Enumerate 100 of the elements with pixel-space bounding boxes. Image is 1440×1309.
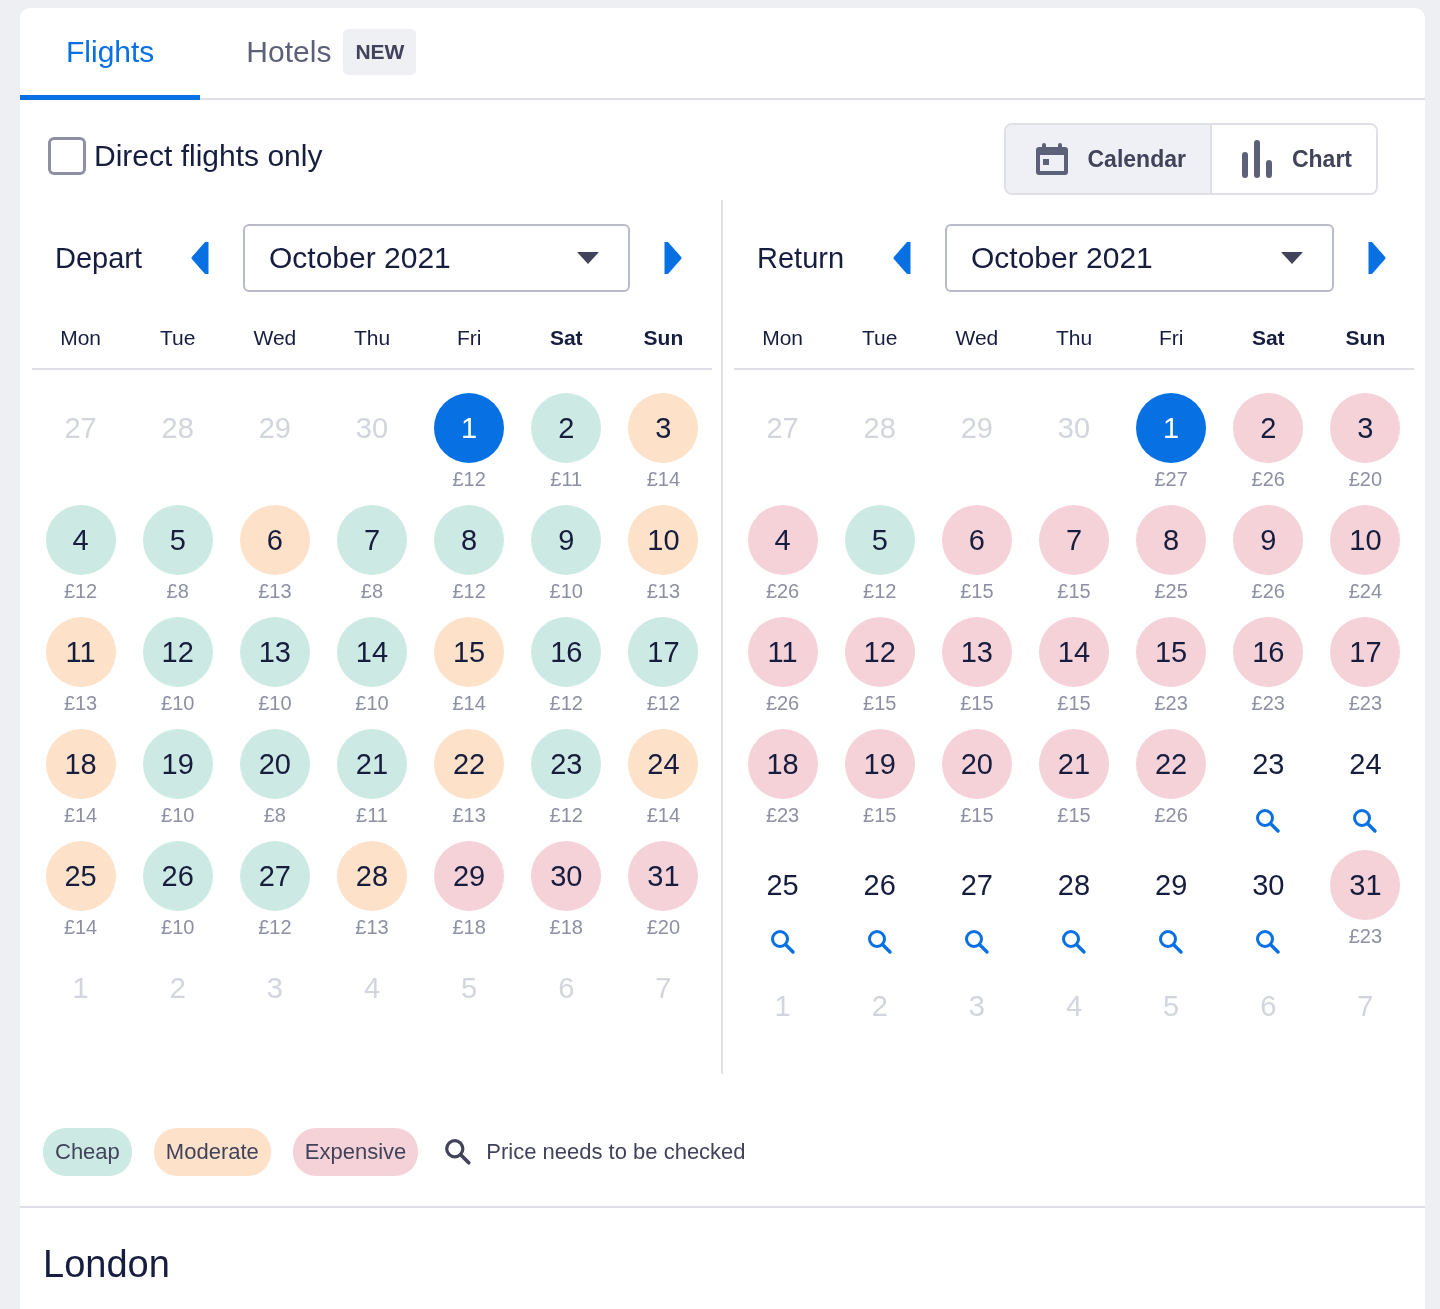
day-button[interactable]: 6 — [941, 505, 1012, 575]
price-text: £15 — [1057, 693, 1091, 713]
day-button[interactable]: 11 — [45, 617, 116, 687]
day-button[interactable]: 24 — [628, 729, 699, 799]
day-button[interactable]: 3 — [628, 393, 699, 463]
caret-icon — [576, 251, 600, 265]
day-button[interactable]: 14 — [337, 617, 407, 687]
search-icon[interactable] — [1352, 808, 1379, 834]
day-button[interactable]: 7 — [337, 505, 407, 575]
day-button[interactable]: 25 — [45, 841, 116, 911]
day-button[interactable]: 18 — [747, 729, 818, 799]
price-text: £13 — [258, 581, 292, 601]
day-button[interactable]: 26 — [142, 841, 213, 911]
day-button[interactable]: 19 — [844, 729, 915, 799]
day-button[interactable]: 6 — [239, 505, 310, 575]
day-button[interactable]: 31 — [628, 841, 699, 911]
search-icon[interactable] — [769, 929, 796, 955]
day-button[interactable]: 20 — [941, 729, 1012, 799]
search-icon[interactable] — [1255, 929, 1282, 955]
day-button[interactable]: 5 — [844, 505, 915, 575]
weekday-label: Mon — [60, 326, 101, 350]
day-button[interactable]: 22 — [1136, 729, 1207, 799]
day-button[interactable]: 8 — [434, 505, 505, 575]
day-button[interactable]: 8 — [1136, 505, 1207, 575]
view-button[interactable]: Calendar — [1005, 125, 1210, 193]
price-text: £11 — [356, 805, 388, 825]
price-text: £15 — [863, 693, 897, 713]
day-button[interactable]: 14 — [1039, 617, 1109, 687]
tab[interactable]: Hotels NEW — [200, 8, 463, 100]
day-button[interactable]: 3 — [1330, 393, 1401, 463]
day-button[interactable]: 2 — [1233, 393, 1304, 463]
search-icon[interactable] — [1255, 808, 1282, 834]
day-button[interactable]: 15 — [1136, 617, 1207, 687]
weekday-label: Sat — [549, 326, 583, 350]
price-text: £18 — [452, 917, 486, 937]
day-button[interactable]: 10 — [1330, 505, 1401, 575]
day-button[interactable]: 30 — [531, 841, 602, 911]
day-button[interactable]: 26 — [863, 850, 896, 920]
day-button[interactable]: 11 — [747, 617, 818, 687]
day-button[interactable]: 12 — [142, 617, 213, 687]
day-button[interactable]: 17 — [628, 617, 699, 687]
price-text: £26 — [1154, 805, 1188, 825]
price-text: £15 — [960, 693, 994, 713]
day-button[interactable]: 12 — [844, 617, 915, 687]
day-button[interactable]: 28 — [337, 841, 407, 911]
view-button[interactable]: Chart — [1209, 125, 1376, 193]
day-button[interactable]: 29 — [1155, 850, 1188, 920]
day-button[interactable]: 22 — [434, 729, 505, 799]
search-icon[interactable] — [1061, 929, 1087, 955]
previous-arrow-icon[interactable] — [191, 242, 209, 274]
day-button[interactable]: 10 — [628, 505, 699, 575]
checkbox[interactable] — [48, 137, 86, 175]
day-button[interactable]: 20 — [239, 729, 310, 799]
search-icon[interactable] — [866, 929, 893, 955]
day-button[interactable]: 29 — [434, 841, 505, 911]
day-button[interactable]: 5 — [142, 505, 213, 575]
price-text: £14 — [452, 693, 486, 713]
day-button[interactable]: 4 — [45, 505, 116, 575]
day-button[interactable]: 4 — [747, 505, 818, 575]
price-text: £12 — [863, 581, 897, 601]
day-button[interactable]: 13 — [941, 617, 1012, 687]
search-icon[interactable] — [963, 929, 990, 955]
legend-chip: Cheap — [43, 1128, 132, 1176]
day-button[interactable]: 13 — [239, 617, 310, 687]
day-button[interactable]: 1 — [434, 393, 505, 463]
day-button[interactable]: 9 — [531, 505, 602, 575]
day-button[interactable]: 24 — [1349, 729, 1382, 799]
day-button[interactable]: 23 — [1252, 729, 1285, 799]
next-arrow-icon[interactable] — [1368, 242, 1386, 274]
day-button[interactable]: 25 — [766, 850, 799, 920]
day-button[interactable]: 30 — [1252, 850, 1285, 920]
caret-icon — [1280, 251, 1304, 265]
day-button[interactable]: 7 — [1039, 505, 1109, 575]
price-text: £14 — [63, 805, 98, 825]
day-button[interactable]: 17 — [1330, 617, 1401, 687]
next-arrow-icon[interactable] — [664, 242, 682, 274]
day-button[interactable]: 1 — [1136, 393, 1207, 463]
day-button[interactable]: 27 — [239, 841, 310, 911]
day-button[interactable]: 2 — [531, 393, 602, 463]
day-button[interactable]: 23 — [531, 729, 602, 799]
month-select[interactable]: October 2021 — [243, 224, 630, 292]
day-button[interactable]: 27 — [960, 850, 993, 920]
day-button[interactable]: 9 — [1233, 505, 1304, 575]
day-button[interactable]: 16 — [531, 617, 602, 687]
day-button[interactable]: 19 — [142, 729, 213, 799]
previous-arrow-icon[interactable] — [893, 242, 911, 274]
day-button[interactable]: 28 — [1057, 850, 1091, 920]
price-text: £11 — [550, 469, 583, 489]
day-button[interactable]: 21 — [1039, 729, 1109, 799]
price-text: £23 — [1251, 693, 1285, 713]
day-button[interactable]: 21 — [337, 729, 407, 799]
day-button[interactable]: 15 — [434, 617, 505, 687]
weekday-label: Tue — [160, 326, 196, 350]
day-button[interactable]: 18 — [45, 729, 116, 799]
day-button[interactable]: 31 — [1330, 850, 1401, 920]
weekday-label: Thu — [353, 326, 391, 350]
month-select[interactable]: October 2021 — [945, 224, 1334, 292]
tab[interactable]: Flights — [20, 8, 201, 100]
search-icon[interactable] — [1158, 929, 1185, 955]
day-button[interactable]: 16 — [1233, 617, 1304, 687]
